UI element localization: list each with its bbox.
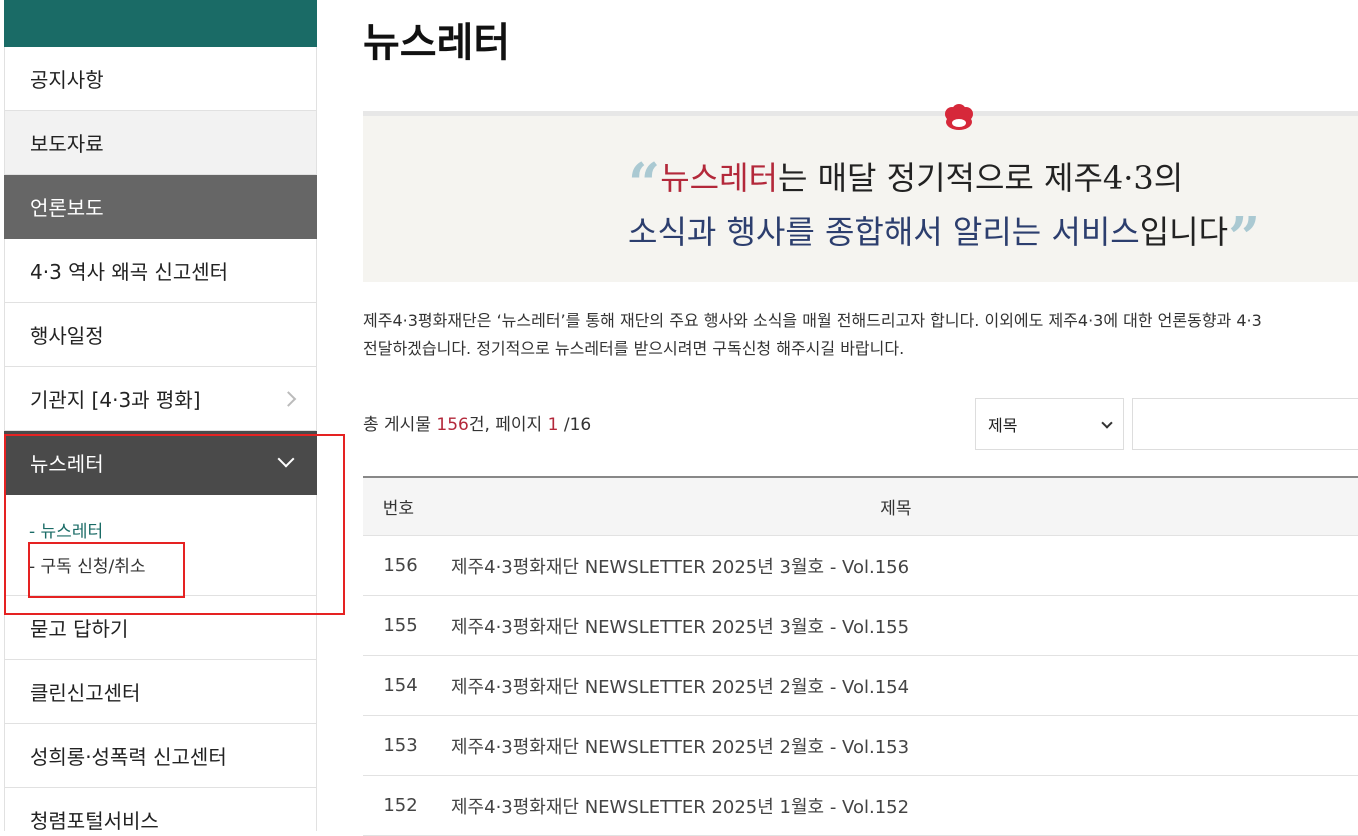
count-label: 총 게시물 [363,415,437,435]
banner-message: “뉴스레터는 매달 정기적으로 제주4·3의 소식과 행사를 종합해서 알리는 … [628,151,1260,266]
sidebar-item-label: 보도자료 [30,132,104,156]
banner-text: 입니다 [1139,213,1229,251]
page-total: /16 [558,415,592,435]
row-title-link[interactable]: 제주4·3평화재단 NEWSLETTER 2025년 2월호 - Vol.153 [438,733,909,759]
count-label: 건, 페이지 [468,415,548,435]
search-field-select[interactable]: 제목 [975,398,1124,450]
row-number: 153 [383,735,418,756]
newsletter-banner: “뉴스레터는 매달 정기적으로 제주4·3의 소식과 행사를 종합해서 알리는 … [363,104,1358,282]
sidebar-item-notice[interactable]: 공지사항 [4,47,317,111]
page-title: 뉴스레터 [363,20,511,66]
close-quote-icon: ” [1228,205,1261,271]
sidebar-item-journal[interactable]: 기관지 [4·3과 평화] [4,367,317,431]
table-row[interactable]: 155 제주4·3평화재단 NEWSLETTER 2025년 3월호 - Vol.… [363,596,1358,656]
banner-text: 는 매달 정기적으로 제주4·3의 [777,159,1184,197]
table-header: 번호 제목 [363,476,1358,536]
row-title-link[interactable]: 제주4·3평화재단 NEWSLETTER 2025년 3월호 - Vol.156 [438,553,909,579]
sidebar-item-clean-report[interactable]: 클린신고센터 [4,660,317,724]
highlight-box-inner [28,542,185,598]
sidebar-item-label: 청렴포털서비스 [30,809,159,831]
chevron-right-icon [280,390,297,407]
table-row[interactable]: 154 제주4·3평화재단 NEWSLETTER 2025년 2월호 - Vol.… [363,656,1358,716]
banner-highlight: 소식과 행사를 종합해서 알리는 서비스 [628,213,1140,251]
newsletter-table: 번호 제목 156 제주4·3평화재단 NEWSLETTER 2025년 3월호 … [363,476,1358,836]
post-count: 총 게시물 156건, 페이지 1 /16 [363,410,591,435]
sidebar-item-label: 공지사항 [30,68,104,92]
sidebar-item-integrity-portal[interactable]: 청렴포털서비스 [4,788,317,831]
sidebar-item-media-coverage[interactable]: 언론보도 [4,175,317,239]
count-total: 156 [436,415,469,435]
row-number: 154 [383,675,418,696]
row-title-link[interactable]: 제주4·3평화재단 NEWSLETTER 2025년 2월호 - Vol.154 [438,673,909,699]
sidebar-item-harassment-report[interactable]: 성희롱·성폭력 신고센터 [4,724,317,788]
table-row[interactable]: 152 제주4·3평화재단 NEWSLETTER 2025년 1월호 - Vol.… [363,776,1358,836]
page-current: 1 [547,415,559,435]
table-row[interactable]: 153 제주4·3평화재단 NEWSLETTER 2025년 2월호 - Vol.… [363,716,1358,776]
column-header-title: 제목 [880,499,912,519]
column-header-number: 번호 [382,499,414,519]
flower-emblem-icon [945,104,973,130]
sidebar-item-history-distortion-report[interactable]: 4·3 역사 왜곡 신고센터 [4,239,317,303]
row-title-link[interactable]: 제주4·3평화재단 NEWSLETTER 2025년 1월호 - Vol.152 [438,793,909,819]
description-line: 제주4·3평화재단은 ‘뉴스레터’를 통해 재단의 주요 행사와 소식을 매월 … [363,311,1262,330]
sidebar-item-press-release[interactable]: 보도자료 [4,111,317,175]
sidebar-item-label: 언론보도 [30,196,104,220]
sidebar-item-label: 기관지 [4·3과 평화] [30,388,201,412]
sidebar-header-bar [4,0,317,47]
table-row[interactable]: 156 제주4·3평화재단 NEWSLETTER 2025년 3월호 - Vol.… [363,536,1358,596]
description-line: 전달하겠습니다. 정기적으로 뉴스레터를 받으시려면 구독신청 해주시길 바랍니… [363,339,905,358]
row-title-link[interactable]: 제주4·3평화재단 NEWSLETTER 2025년 3월호 - Vol.155 [438,613,909,639]
sidebar: 공지사항 보도자료 언론보도 4·3 역사 왜곡 신고센터 행사일정 기관지 [… [4,0,317,831]
chevron-down-icon [1101,417,1113,429]
page-description: 제주4·3평화재단은 ‘뉴스레터’를 통해 재단의 주요 행사와 소식을 매월 … [363,307,1358,363]
search-input[interactable] [1132,398,1358,450]
row-number: 155 [383,615,418,636]
sidebar-item-label: 행사일정 [30,324,104,348]
sidebar-item-label: 클린신고센터 [30,681,141,705]
sidebar-item-label: 성희롱·성폭력 신고센터 [30,745,227,769]
sidebar-item-label: 묻고 답하기 [30,617,129,641]
select-value: 제목 [988,416,1018,435]
main-content: 뉴스레터 “뉴스레터는 매달 정기적으로 제주4·3의 소식과 행사를 종합해서… [363,0,1358,836]
sidebar-item-label: 4·3 역사 왜곡 신고센터 [30,260,229,284]
sidebar-item-events[interactable]: 행사일정 [4,303,317,367]
banner-highlight: 뉴스레터 [660,159,778,197]
row-number: 156 [383,555,418,576]
row-number: 152 [383,795,418,816]
